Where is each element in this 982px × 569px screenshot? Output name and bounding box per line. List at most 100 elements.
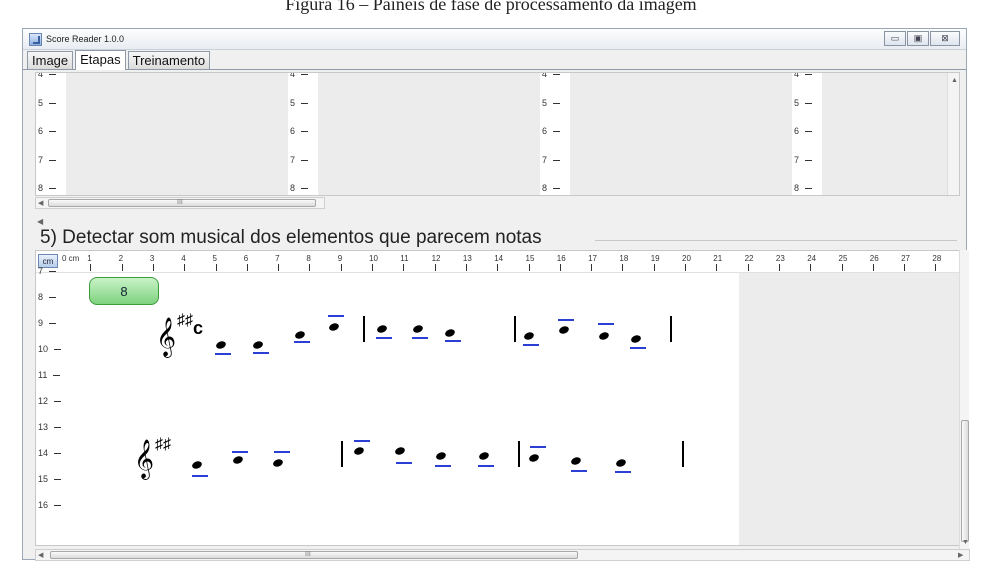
ruler-tick [778, 264, 780, 271]
ruler-tick [215, 264, 217, 271]
ruler-tick [340, 264, 342, 271]
scroll-up-icon[interactable]: ▲ [951, 77, 958, 84]
ruler-label: 5 [542, 98, 560, 108]
section-title: 5) Detectar som musical dos elementos qu… [40, 227, 542, 248]
minimize-button[interactable]: ▭ [884, 31, 906, 46]
ruler-label: 23 [775, 254, 785, 263]
coord-label [396, 462, 412, 464]
score-horizontal-scrollbar[interactable]: ◀ III ▶ [35, 549, 970, 561]
ruler-tick [935, 264, 937, 271]
detected-notes-svg: 𝄞 ♯♯ c 𝄞 ♯♯ [134, 312, 684, 480]
scroll-right-icon[interactable]: ▶ [958, 551, 963, 559]
note-head [616, 459, 626, 467]
coord-label [530, 446, 546, 448]
ruler-label: 24 [807, 254, 817, 263]
treble-clef-icon: 𝄞 [156, 318, 176, 358]
ruler-label: 10 [369, 254, 378, 263]
horizontal-ruler: cm 0 cm 1 2 3 4 5 6 7 8 9 10 11 12 13 14 15 16 17 18 19 20 21… [36, 251, 959, 273]
ruler-label: 6 [794, 126, 812, 136]
note-head [599, 332, 609, 340]
value-badge[interactable]: 8 [89, 277, 159, 305]
close-button[interactable]: ⊠ [930, 31, 960, 46]
ruler-label: 6 [243, 254, 249, 263]
vertical-ruler: 4 5 6 7 8 [288, 73, 318, 195]
coord-label [376, 337, 392, 339]
ruler-label: 15 [525, 254, 535, 263]
ruler-label: 4 [181, 254, 186, 263]
ruler-label: 25 [838, 254, 848, 263]
note-coordinate-labels [215, 315, 646, 355]
treble-clef-icon: 𝄞 [134, 440, 154, 480]
scroll-down-icon[interactable]: ▼ [962, 539, 969, 546]
vertical-ruler: 7 8 9 10 11 12 13 14 15 16 [36, 266, 72, 545]
ruler-label: 17 [588, 254, 597, 263]
tab-treinamento[interactable]: Treinamento [127, 51, 211, 69]
ruler-tick [372, 264, 373, 271]
ruler-label: 7 [275, 254, 280, 263]
ruler-label: 21 [713, 254, 723, 263]
ruler-tick [810, 264, 812, 271]
scroll-left-icon[interactable]: ◀ [38, 199, 43, 207]
coord-label [215, 353, 231, 355]
top-vertical-scrollbar[interactable]: ▲ [947, 73, 959, 195]
ruler-tick [497, 264, 499, 271]
ruler-label: 7 [38, 266, 56, 276]
staff-line-1: 𝄞 ♯♯ c [156, 312, 672, 358]
ruler-label: 9 [38, 318, 56, 328]
empty-canvas-area [739, 273, 959, 545]
ruler-label: 8 [306, 254, 311, 263]
scroll-grip-icon: III [177, 199, 183, 206]
bar-line [341, 441, 343, 467]
note-head [524, 332, 534, 340]
scroll-thumb[interactable] [961, 420, 969, 542]
coord-label [192, 475, 208, 477]
coord-label [615, 471, 631, 473]
ruler-label: 14 [38, 448, 61, 458]
ruler-label: 28 [932, 254, 942, 263]
previous-step-panel: 4 5 6 7 8 4 5 6 7 8 4 5 6 7 8 4 5 6 7 8 … [35, 72, 960, 196]
note-head [571, 457, 581, 465]
ruler-label: 4 [38, 73, 56, 79]
vertical-ruler: 4 5 6 7 8 [792, 73, 822, 195]
ruler-tick [591, 264, 593, 271]
ruler-tick [465, 264, 467, 271]
ruler-label: 26 [869, 254, 879, 263]
staff-line-2: 𝄞 ♯♯ [134, 436, 684, 480]
tab-image[interactable]: Image [27, 51, 74, 69]
note-head [445, 329, 455, 337]
ruler-tick [434, 264, 436, 271]
coord-label [232, 451, 248, 453]
top-horizontal-scrollbar[interactable]: ◀ III [35, 197, 325, 209]
ruler-label: 14 [494, 254, 504, 263]
ruler-label: 8 [794, 183, 812, 193]
maximize-button[interactable]: ▣ [907, 31, 929, 46]
note-head [631, 335, 641, 343]
coord-label [412, 337, 428, 339]
ruler-tick [653, 264, 655, 271]
ruler-label: 2 [118, 254, 124, 263]
scroll-thumb[interactable]: III [50, 551, 578, 559]
note-head [216, 341, 226, 349]
ruler-label: 11 [400, 254, 409, 263]
ruler-label: 5 [38, 98, 56, 108]
score-vertical-scrollbar[interactable]: ▼ [959, 250, 969, 550]
score-image-canvas: 𝄞 ♯♯ c 𝄞 ♯♯ [72, 273, 739, 545]
ruler-label: 4 [290, 73, 308, 79]
ruler-label: 5 [212, 254, 217, 263]
note-head [436, 452, 446, 460]
coord-label [435, 465, 451, 467]
scroll-thumb[interactable]: III [48, 199, 316, 207]
bar-line [518, 441, 520, 467]
ruler-label: 8 [542, 183, 560, 193]
note-head [413, 325, 423, 333]
collapse-arrow-icon[interactable]: ◀ [37, 217, 43, 226]
note-head [395, 447, 405, 455]
note-head [329, 323, 339, 331]
ruler-label: 16 [556, 254, 566, 263]
scroll-left-icon[interactable]: ◀ [38, 551, 43, 559]
note-head [354, 447, 364, 455]
tab-etapas[interactable]: Etapas [75, 50, 126, 70]
note-head [479, 452, 489, 460]
ruler-label: 8 [38, 183, 56, 193]
note-head [377, 325, 387, 333]
